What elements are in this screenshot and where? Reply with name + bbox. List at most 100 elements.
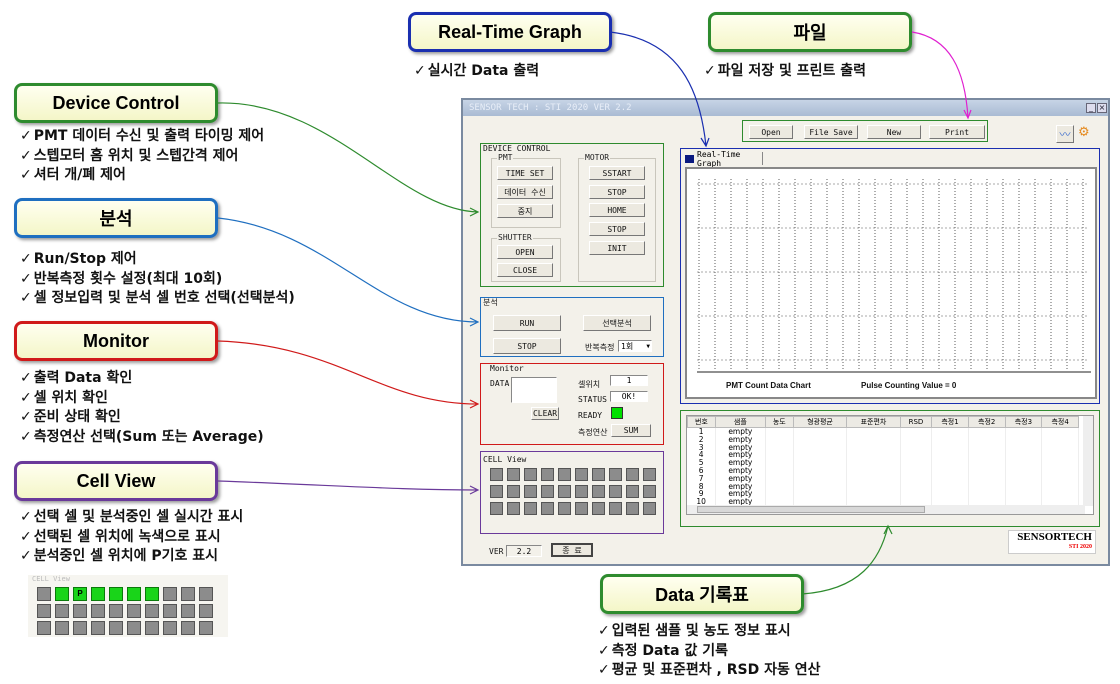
close-button[interactable]: × [1097,103,1107,113]
table-cell [1041,466,1079,475]
device-control-label: DEVICE CONTROL [483,144,551,153]
table-cell [968,451,1006,460]
shutter-close-button[interactable]: CLOSE [497,263,553,277]
cell[interactable] [490,468,503,481]
cell[interactable] [643,468,656,481]
scroll-thumb[interactable] [697,506,925,513]
shutter-open-button[interactable]: OPEN [497,245,553,259]
note: 준비 상태 확인 [20,408,264,428]
ready-indicator [611,407,623,419]
column-header[interactable]: 샘플 [714,416,766,428]
cell[interactable] [626,485,639,498]
open-button[interactable]: Open [749,125,793,139]
table-cell [1041,451,1079,460]
cell-grid [490,468,660,518]
cell[interactable] [524,468,537,481]
cell[interactable] [490,485,503,498]
note: 선택된 셀 위치에 녹색으로 표시 [20,528,243,548]
cell[interactable] [541,485,554,498]
vertical-scrollbar[interactable] [1083,416,1093,506]
analysis-label: 분석 [483,298,498,307]
time-set-button[interactable]: TIME SET [497,166,553,180]
note: 셀 위치 확인 [20,389,264,409]
data-field[interactable] [511,377,557,403]
run-button[interactable]: RUN [493,315,561,331]
table-cell [846,459,901,467]
table-cell [793,459,848,467]
column-header[interactable]: 측정3 [1004,416,1043,428]
cell[interactable] [626,502,639,515]
pmt-stop-button[interactable]: 중지 [497,204,553,218]
table-cell [1041,427,1079,436]
select-analysis-button[interactable]: 선택분석 [583,315,651,331]
cell[interactable] [575,502,588,515]
motor-start-button[interactable]: SSTART [589,166,645,180]
example-cell [91,587,105,601]
motor-stop2-button[interactable]: STOP [589,222,645,236]
settings-icon[interactable]: ⚙ [1078,125,1096,143]
horizontal-scrollbar[interactable] [687,505,1085,514]
cell[interactable] [507,468,520,481]
column-header[interactable]: 측정1 [931,416,969,428]
cell[interactable] [609,468,622,481]
file-save-button[interactable]: File Save [804,125,858,139]
print-button[interactable]: Print [929,125,985,139]
column-header[interactable]: 측정4 [1041,416,1079,428]
cell[interactable] [592,502,605,515]
motor-home-button[interactable]: HOME [589,203,645,217]
cell[interactable] [643,502,656,515]
cell[interactable] [575,485,588,498]
table-cell [900,482,933,491]
stop-button[interactable]: STOP [493,338,561,354]
cell-position-field: 1 [610,375,648,386]
column-header[interactable]: 측정2 [967,416,1006,428]
table-cell [931,435,969,444]
table-cell [968,466,1006,475]
calc-button[interactable]: SUM [611,424,651,437]
cell[interactable] [592,485,605,498]
cell[interactable] [592,468,605,481]
data-receive-button[interactable]: 데이터 수신 [497,185,553,199]
table-cell [931,482,969,491]
data-label: DATA [490,379,510,388]
cell[interactable] [507,485,520,498]
motor-stop-button[interactable]: STOP [589,185,645,199]
note: 입력된 샘플 및 농도 정보 표시 [598,622,820,642]
callout-device-control: Device Control [14,83,218,123]
cell[interactable] [507,502,520,515]
chart-icon[interactable]: 〰 [1056,125,1074,143]
motor-init-button[interactable]: INIT [589,241,645,255]
cell[interactable] [575,468,588,481]
table-cell [900,451,933,460]
cell[interactable] [626,468,639,481]
calc-label: 측정연산 [578,428,608,437]
pulse-counting-value: Pulse Counting Value = 0 [861,381,957,390]
clear-button[interactable]: CLEAR [531,407,559,420]
note: 스텝모터 홈 위치 및 스텝간격 제어 [20,147,264,167]
column-header[interactable]: 표준편차 [846,416,901,428]
cell[interactable] [609,485,622,498]
cell[interactable] [524,502,537,515]
cell[interactable] [558,485,571,498]
column-header[interactable]: 농도 [764,416,794,428]
new-button[interactable]: New [867,125,921,139]
tab-realtime-graph[interactable]: Real-Time Graph [685,150,763,168]
example-cell [55,604,69,618]
cell[interactable] [643,485,656,498]
example-cell [181,604,195,618]
minimize-button[interactable]: _ [1086,103,1096,113]
repeat-select[interactable]: 1회 ▼ [618,340,652,352]
cell[interactable] [541,502,554,515]
cell[interactable] [541,468,554,481]
column-header[interactable]: RSD [899,416,933,428]
cell[interactable] [524,485,537,498]
note: 셀 정보입력 및 분석 셀 번호 선택(선택분석) [20,289,295,309]
cell[interactable] [490,502,503,515]
column-header[interactable]: 번호 [687,416,716,428]
cell[interactable] [558,502,571,515]
note: 반복측정 횟수 설정(최대 10회) [20,270,295,290]
cell[interactable] [558,468,571,481]
exit-button[interactable]: 종 료 [551,543,593,557]
cell[interactable] [609,502,622,515]
column-header[interactable]: 형광평균 [792,416,848,428]
